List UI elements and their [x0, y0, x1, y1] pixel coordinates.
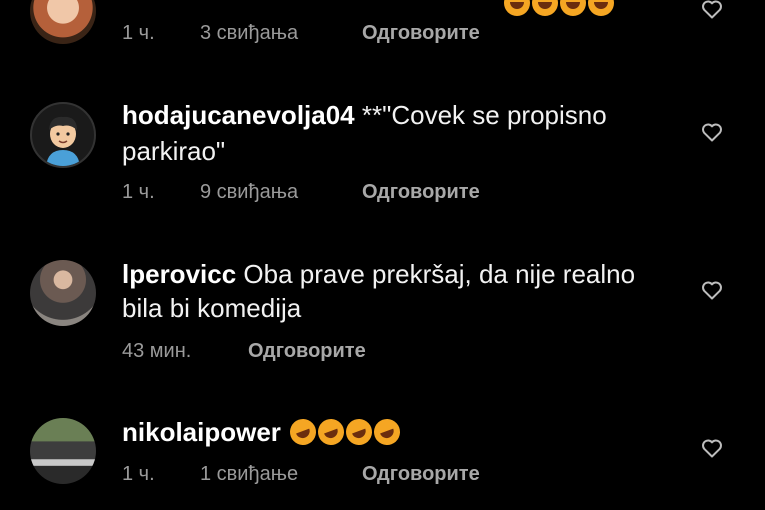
reply-button[interactable]: Одговорите — [248, 340, 366, 363]
comment-username[interactable]: lperovicc — [122, 259, 236, 289]
comment-time: 1 ч. — [122, 22, 155, 44]
comment-text: nikolaipower — [122, 415, 404, 449]
avatar[interactable] — [30, 260, 96, 326]
emoji-group — [286, 415, 404, 449]
rolling-on-floor-laughing-icon — [370, 415, 404, 449]
heart-outline-icon[interactable] — [700, 120, 724, 144]
rolling-on-floor-laughing-icon — [342, 415, 376, 449]
comment-text: lperovicc Oba prave prekršaj, da nije re… — [122, 257, 635, 291]
face-with-tears-of-joy-icon — [532, 0, 558, 16]
rolling-on-floor-laughing-icon — [286, 415, 320, 449]
reply-button[interactable]: Одговорите — [362, 181, 480, 204]
comment-time: 1 ч. — [122, 181, 155, 203]
avatar-woman-icon — [30, 0, 96, 44]
avatar[interactable] — [30, 102, 96, 168]
comment-body: parkirao" — [122, 136, 226, 166]
emoji-group — [502, 0, 614, 20]
reply-button[interactable]: Одговорите — [362, 22, 480, 45]
like-count[interactable]: 1 свиђање — [200, 463, 298, 486]
comment-time: 1 ч. — [122, 463, 155, 485]
reply-button[interactable]: Одговорите — [362, 463, 480, 486]
heart-outline-icon[interactable] — [700, 0, 724, 21]
avatar-photo-icon — [30, 418, 96, 484]
like-count[interactable]: 3 свиђања — [200, 22, 298, 45]
avatar[interactable] — [30, 0, 96, 44]
comment-username[interactable]: hodajucanevolja04 — [122, 100, 355, 130]
comment-body: Oba prave prekršaj, da nije realno — [243, 259, 636, 289]
heart-outline-icon[interactable] — [700, 278, 724, 302]
face-with-tears-of-joy-icon — [504, 0, 530, 16]
face-with-tears-of-joy-icon — [588, 0, 614, 16]
comment-text-continued: parkirao" — [122, 134, 225, 168]
avatar[interactable] — [30, 418, 96, 484]
comment-text-continued: bila bi komedija — [122, 291, 301, 325]
comment-username[interactable]: nikolaipower — [122, 417, 281, 447]
avatar-cartoon-boy-icon — [46, 116, 80, 166]
face-with-tears-of-joy-icon — [560, 0, 586, 16]
rolling-on-floor-laughing-icon — [314, 415, 348, 449]
comment-text: hodajucanevolja04 **"Covek se propisno — [122, 98, 607, 132]
comment-time: 43 мин. — [122, 340, 192, 362]
comment-body: **"Covek se propisno — [361, 100, 607, 130]
comment-body: bila bi komedija — [122, 293, 302, 323]
like-count[interactable]: 9 свиђања — [200, 181, 298, 204]
heart-outline-icon[interactable] — [700, 436, 724, 460]
avatar-photo-icon — [30, 260, 96, 326]
